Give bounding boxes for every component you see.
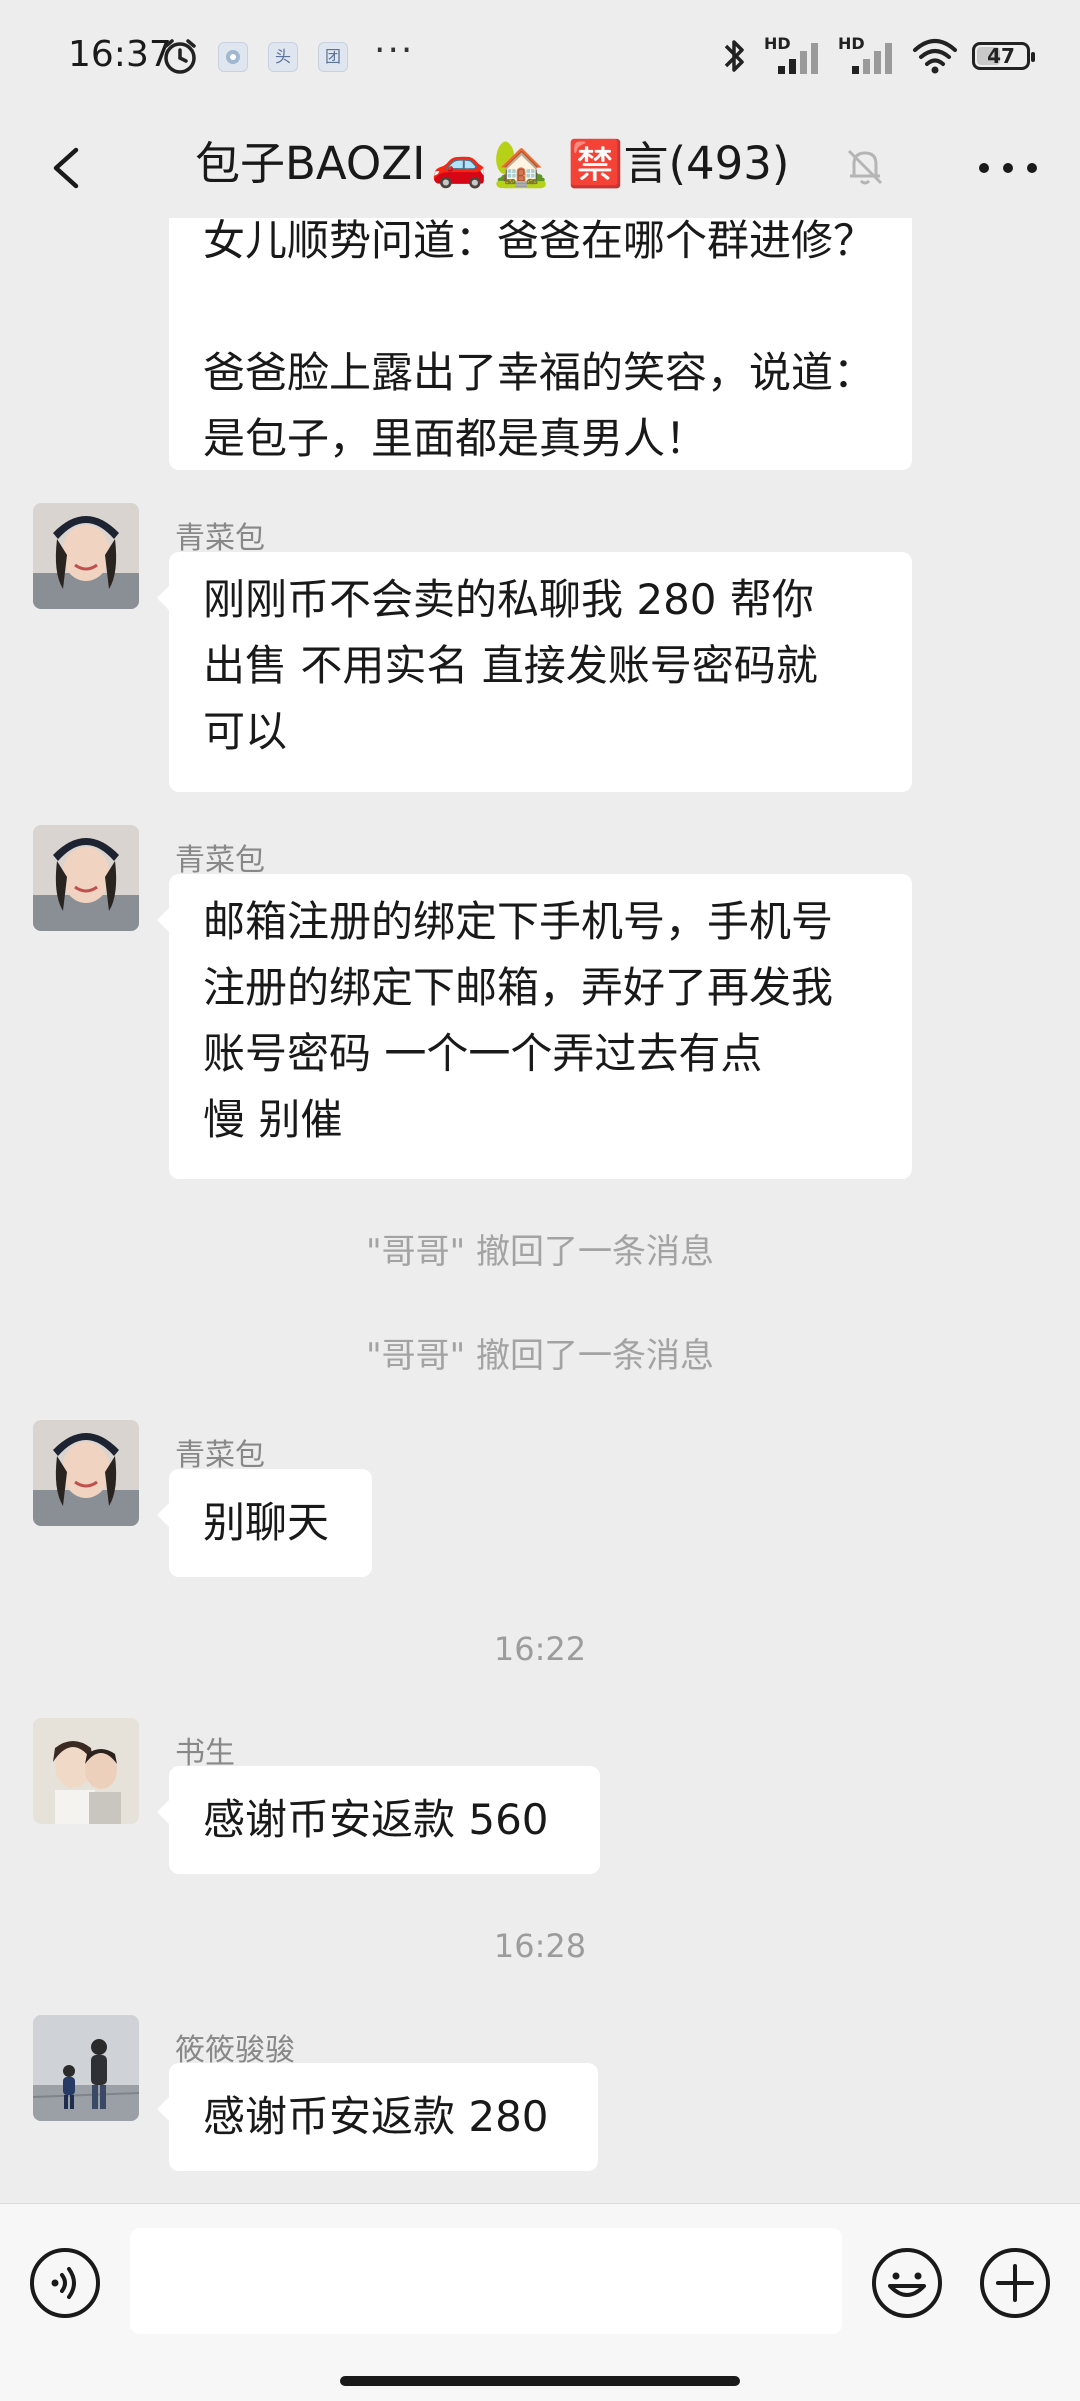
recall-notice: "哥哥" 撤回了一条消息 bbox=[365, 1232, 715, 1272]
timestamp: 16:28 bbox=[493, 1927, 587, 1965]
message-bubble[interactable]: 别聊天 bbox=[157, 1469, 372, 1577]
message-bubble[interactable]: 邮箱注册的绑定下手机号，手机号 注册的绑定下邮箱，弄好了再发我 账号密码 一个一… bbox=[157, 874, 912, 1179]
wifi-icon bbox=[913, 39, 957, 74]
sender-name: 青菜包 bbox=[175, 1438, 265, 1473]
tuan-notification-icon: 团 bbox=[318, 42, 348, 72]
message-input[interactable] bbox=[130, 2228, 842, 2334]
battery-text: 47 bbox=[987, 44, 1015, 68]
message-text: 女儿顺势问道：爸爸在哪个群进修？ bbox=[203, 218, 876, 265]
recall-notice: "哥哥" 撤回了一条消息 bbox=[365, 1336, 715, 1376]
input-bar bbox=[0, 2203, 1080, 2401]
avatar-image bbox=[33, 2015, 139, 2121]
status-bar: 16:37 头 团 ··· HD HD 47 bbox=[0, 0, 1080, 118]
back-arrow-icon[interactable] bbox=[34, 134, 102, 202]
more-options-icon[interactable] bbox=[970, 134, 1046, 202]
message-bubble-joke[interactable]: 女儿顺势问道：爸爸在哪个群进修？ 爸爸脸上露出了幸福的笑容，说道： 是包子，里面… bbox=[169, 218, 912, 470]
group-name: 包子BAOZI bbox=[195, 137, 426, 190]
cellular-signal-2-icon: HD bbox=[838, 34, 898, 78]
avatar-image bbox=[33, 825, 139, 931]
avatar-image bbox=[33, 1718, 139, 1824]
more-notifications-icon: ··· bbox=[374, 30, 415, 71]
avatar-qingcaibao[interactable] bbox=[33, 1420, 139, 1526]
ban-emoji: 🈲 bbox=[567, 137, 624, 190]
message-text: 别聊天 bbox=[203, 1498, 330, 1547]
car-emoji: 🚗 bbox=[431, 137, 488, 190]
message-bubble[interactable]: 感谢币安返款 560 bbox=[157, 1766, 600, 1874]
group-member-count: 言(493) bbox=[623, 137, 790, 190]
chat-message-list[interactable]: 女儿顺势问道：爸爸在哪个群进修？ 爸爸脸上露出了幸福的笑容，说道： 是包子，里面… bbox=[0, 218, 1080, 2203]
message-text: 慢 别催 bbox=[203, 1095, 343, 1144]
avatar-xiaoxiaojunjun[interactable] bbox=[33, 2015, 139, 2121]
sender-name: 青菜包 bbox=[175, 521, 265, 556]
message-text: 出售 不用实名 直接发账号密码就 bbox=[203, 641, 818, 690]
voice-input-icon[interactable] bbox=[28, 2246, 102, 2320]
avatar-shusheng[interactable] bbox=[33, 1718, 139, 1824]
app-notification-icon bbox=[218, 42, 248, 72]
status-right-group: HD HD 47 bbox=[720, 34, 1035, 78]
chat-title: 包子BAOZI 🚗 🏡 🈲 言(493) bbox=[195, 132, 790, 196]
message-text: 爸爸脸上露出了幸福的笑容，说道： bbox=[203, 348, 876, 397]
emoji-icon[interactable] bbox=[870, 2246, 944, 2320]
message-text: 注册的绑定下邮箱，弄好了再发我 bbox=[203, 963, 834, 1012]
message-text: 感谢币安返款 280 bbox=[203, 2092, 549, 2141]
battery-icon: 47 bbox=[972, 42, 1035, 70]
add-attachment-icon[interactable] bbox=[978, 2246, 1052, 2320]
message-text: 感谢币安返款 560 bbox=[203, 1795, 549, 1844]
avatar-qingcaibao[interactable] bbox=[33, 503, 139, 609]
avatar-image bbox=[33, 1420, 139, 1526]
message-bubble[interactable]: 刚刚币不会卖的私聊我 280 帮你 出售 不用实名 直接发账号密码就 可以 bbox=[157, 552, 912, 792]
mute-bell-icon bbox=[847, 149, 883, 185]
message-bubble[interactable]: 感谢币安返款 280 bbox=[157, 2063, 598, 2171]
status-time: 16:37 bbox=[68, 34, 172, 75]
avatar-image bbox=[33, 503, 139, 609]
toutiao-notification-icon: 头 bbox=[268, 42, 298, 72]
message-text: 账号密码 一个一个弄过去有点 bbox=[203, 1029, 763, 1078]
message-text: 邮箱注册的绑定下手机号，手机号 bbox=[203, 897, 834, 946]
timestamp: 16:22 bbox=[493, 1630, 587, 1668]
message-text: 刚刚币不会卖的私聊我 280 帮你 bbox=[203, 575, 814, 624]
message-text: 是包子，里面都是真男人！ bbox=[203, 414, 708, 463]
bluetooth-icon bbox=[724, 40, 744, 72]
alarm-icon bbox=[164, 39, 196, 74]
chat-header: 包子BAOZI 🚗 🏡 🈲 言(493) bbox=[0, 118, 1080, 218]
home-indicator[interactable] bbox=[340, 2376, 740, 2386]
house-emoji: 🏡 bbox=[493, 137, 550, 190]
cellular-signal-1-icon: HD bbox=[764, 34, 824, 78]
message-text: 可以 bbox=[203, 707, 288, 756]
avatar-qingcaibao[interactable] bbox=[33, 825, 139, 931]
sender-name: 青菜包 bbox=[175, 843, 265, 878]
